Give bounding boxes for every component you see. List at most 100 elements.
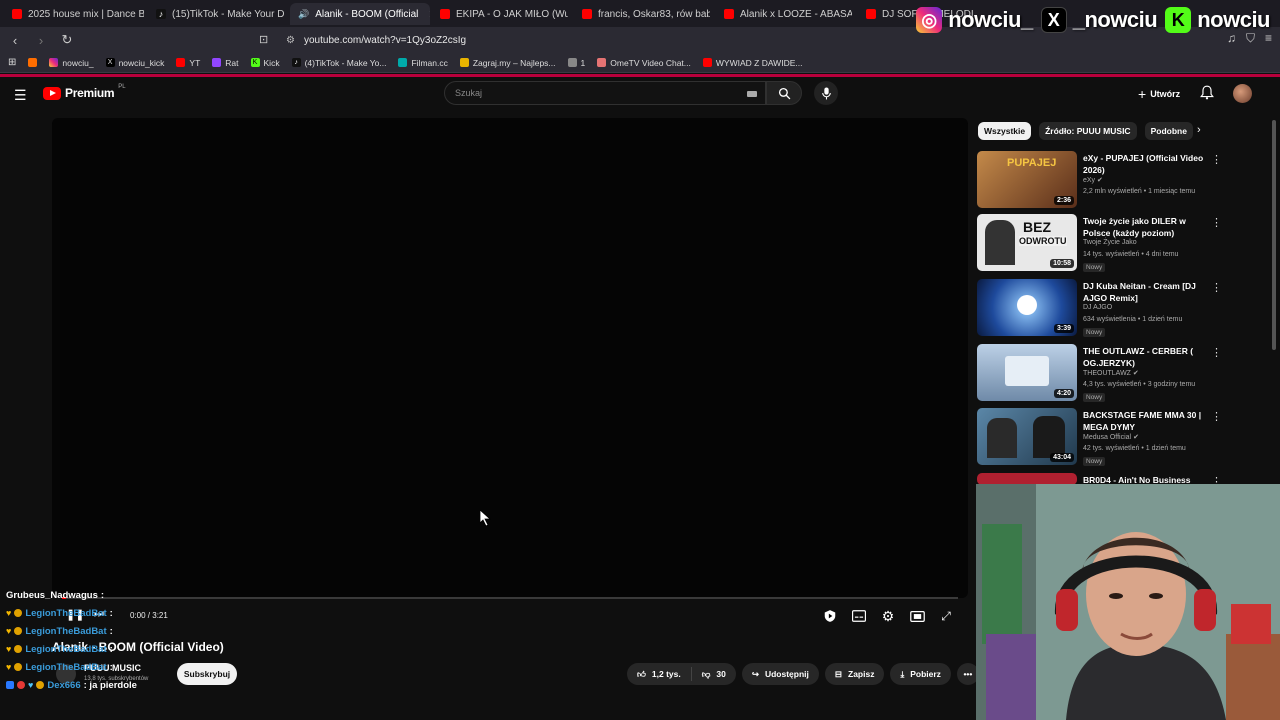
recommendation-channel: eXy ✔ bbox=[1083, 177, 1103, 184]
bookmark-item[interactable]: Rat bbox=[212, 58, 239, 68]
bookmark-item[interactable]: ♪ (4)TikTok - Make Yo... bbox=[291, 58, 386, 68]
chat-text: : bbox=[109, 607, 113, 619]
more-vert-icon[interactable]: ⋮ bbox=[1211, 216, 1222, 229]
bookmark-item[interactable]: Zagraj.my – Najleps... bbox=[459, 57, 556, 68]
bookmark-icon[interactable]: ⊡ bbox=[259, 33, 268, 46]
dislike-count: 30 bbox=[716, 669, 726, 679]
video-player[interactable] bbox=[52, 118, 968, 598]
bell-icon bbox=[1200, 85, 1214, 100]
recommendation-title: THE OUTLAWZ - CERBER ( OG.JERZYK) bbox=[1083, 346, 1194, 368]
bookmark-item[interactable]: WYWIAD Z DAWIDE... bbox=[702, 57, 803, 68]
youtube-icon bbox=[176, 58, 186, 67]
recommendation-item[interactable]: PUPAJEJ 2:36 eXy - PUPAJEJ (Official Vid… bbox=[977, 151, 1237, 209]
like-button[interactable]: 👍︎ 1,2 tys. bbox=[627, 663, 691, 685]
bookmark-item[interactable]: nowciu_ bbox=[49, 58, 94, 68]
video-thumbnail[interactable]: BEZ ODWROTU 10:58 bbox=[977, 214, 1077, 271]
like-dislike-group: 👍︎ 1,2 tys. 👎︎ 30 bbox=[627, 663, 736, 685]
bookmark-item[interactable]: Filman.cc bbox=[398, 58, 448, 68]
back-icon[interactable]: ‹ bbox=[4, 33, 26, 48]
more-vert-icon[interactable]: ⋮ bbox=[1211, 281, 1222, 294]
save-button[interactable]: ⊟ Zapisz bbox=[824, 663, 885, 685]
forward-icon[interactable]: › bbox=[30, 33, 52, 48]
browser-tab-active[interactable]: 🔊 Alanik - BOOM (Official ✕ bbox=[290, 3, 430, 25]
recommendation-item[interactable]: BEZ ODWROTU 10:58 Twoje życie jako DILER… bbox=[977, 214, 1237, 272]
kick-icon: K bbox=[1165, 7, 1192, 33]
shield-toggle-icon[interactable] bbox=[822, 608, 838, 624]
chip-all[interactable]: Wszystkie bbox=[978, 122, 1032, 140]
bookmark-item[interactable] bbox=[28, 58, 38, 67]
chip-source[interactable]: Źródło: PUUU MUSIC bbox=[1039, 122, 1137, 140]
coin-badge-icon bbox=[14, 627, 23, 635]
video-thumbnail[interactable]: 3:39 bbox=[977, 279, 1077, 336]
recommendation-title: eXy - PUPAJEJ (Official Video 2026) bbox=[1083, 153, 1204, 175]
coin-badge-icon bbox=[36, 681, 45, 689]
recommendation-meta: 634 wyświetlenia • 1 dzień temu bbox=[1083, 316, 1183, 323]
avatar[interactable] bbox=[1233, 84, 1252, 103]
gift-badge-icon bbox=[17, 681, 25, 689]
browser-tab[interactable]: EKIPA - O JAK MIŁO (Wujas, M bbox=[432, 3, 568, 25]
chat-user: LegionTheBadBat bbox=[25, 661, 107, 673]
browser-tab[interactable]: 2025 house mix | Dance Bange bbox=[4, 3, 144, 25]
more-vert-icon[interactable]: ⋮ bbox=[1211, 346, 1222, 359]
settings-icon[interactable]: ⚙ bbox=[880, 608, 896, 624]
chevron-right-icon[interactable]: › bbox=[1197, 124, 1201, 136]
recommendation-item[interactable]: 4:20 THE OUTLAWZ - CERBER ( OG.JERZYK) T… bbox=[977, 344, 1237, 402]
bookmark-item[interactable]: Xnowciu_kick bbox=[105, 58, 164, 68]
fullscreen-icon[interactable]: ⤢ bbox=[938, 608, 954, 624]
site-info-icon[interactable]: ⚙ bbox=[286, 35, 295, 46]
search-icon bbox=[778, 87, 790, 99]
address-bar[interactable]: ⚙ youtube.com/watch?v=1Qy3oZ2csIg bbox=[280, 30, 980, 50]
recommendation-item[interactable]: 43:04 BACKSTAGE FAME MMA 30 | MEGA DYMY … bbox=[977, 408, 1237, 466]
youtube-icon bbox=[702, 58, 712, 67]
dislike-button[interactable]: 👎︎ 30 bbox=[692, 663, 736, 685]
heart-badge-icon: ♥ bbox=[28, 680, 34, 690]
theater-mode-icon[interactable] bbox=[909, 608, 925, 624]
create-button[interactable]: + Utwórz bbox=[1138, 86, 1180, 102]
logo-text: Premium bbox=[65, 86, 115, 100]
chat-user: LegionTheBadBat bbox=[25, 607, 107, 619]
reload-icon[interactable]: ↻ bbox=[56, 32, 78, 48]
bookmark-item[interactable]: 1 bbox=[567, 58, 585, 68]
coin-badge-icon bbox=[14, 609, 23, 617]
chat-message: ♥ Dex666 : ja pierdole bbox=[6, 676, 266, 694]
recommendation-meta: 14 tys. wyświetleń • 4 dni temu bbox=[1083, 251, 1179, 258]
chat-message: ♥ LegionTheBadBat : bbox=[6, 658, 266, 676]
bookmark-item[interactable]: K Kick bbox=[250, 58, 280, 68]
close-icon[interactable]: ✕ bbox=[428, 8, 430, 21]
bookmark-label: WYWIAD Z DAWIDE... bbox=[715, 57, 803, 68]
apps-icon[interactable]: ⊞ bbox=[8, 57, 16, 68]
duration-badge: 3:39 bbox=[1053, 324, 1074, 333]
subtitles-icon[interactable] bbox=[851, 608, 867, 624]
video-thumbnail[interactable]: 4:20 bbox=[977, 344, 1077, 401]
search-button[interactable] bbox=[766, 81, 802, 105]
hamburger-menu-icon[interactable]: ☰ bbox=[14, 87, 27, 104]
share-button[interactable]: ↪ Udostępnij bbox=[741, 663, 819, 685]
recommendation-item[interactable]: 3:39 DJ Kuba Neitan - Cream [DJ AJGO Rem… bbox=[977, 279, 1237, 337]
browser-tab[interactable]: Alanik x LOOZE - ABASAZI (Of bbox=[716, 3, 852, 25]
tab-label: EKIPA - O JAK MIŁO (Wujas, M bbox=[456, 8, 568, 20]
more-vert-icon[interactable]: ⋮ bbox=[1211, 153, 1222, 166]
video-thumbnail[interactable]: 43:04 bbox=[977, 408, 1077, 465]
recommendation-meta: 2,2 mln wyświetleń • 1 miesiąc temu bbox=[1083, 188, 1196, 195]
voice-search-button[interactable] bbox=[814, 81, 838, 105]
stream-social-overlay: ◎ nowciu_ X _nowciu K nowciu bbox=[916, 0, 1280, 40]
notifications-button[interactable] bbox=[1200, 85, 1214, 105]
keyboard-icon[interactable] bbox=[747, 91, 757, 97]
share-label: Udostępnij bbox=[764, 669, 809, 679]
search-input[interactable]: Szukaj bbox=[444, 81, 766, 105]
instagram-handle: nowciu_ bbox=[948, 7, 1033, 32]
download-button[interactable]: ⤓ Pobierz bbox=[890, 663, 951, 685]
sidebar-scrollbar[interactable] bbox=[1272, 120, 1276, 350]
recommendation-channel: Twoje Życie Jako bbox=[1083, 239, 1137, 246]
duration-badge: 43:04 bbox=[1050, 453, 1074, 462]
chat-user: LegionTheBadBat bbox=[25, 643, 107, 655]
browser-tab[interactable]: ♪ (15)TikTok - Make Your Day bbox=[148, 3, 284, 25]
bookmark-label: Zagraj.my – Najleps... bbox=[472, 57, 556, 68]
youtube-logo[interactable]: Premium PL bbox=[43, 84, 126, 100]
more-vert-icon[interactable]: ⋮ bbox=[1211, 410, 1222, 423]
chip-related[interactable]: Podobne bbox=[1144, 122, 1193, 140]
bookmark-item[interactable]: YT bbox=[176, 58, 200, 68]
browser-tab[interactable]: francis, Oskar83, rów babicze - bbox=[574, 3, 710, 25]
bookmark-item[interactable]: OmeTV Video Chat... bbox=[597, 58, 691, 68]
video-thumbnail[interactable]: PUPAJEJ 2:36 bbox=[977, 151, 1077, 208]
